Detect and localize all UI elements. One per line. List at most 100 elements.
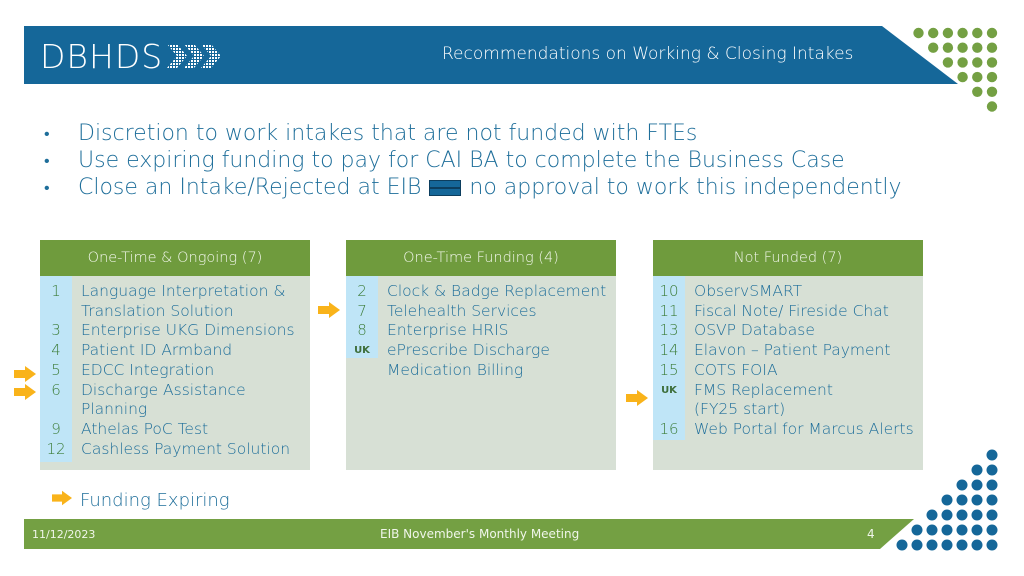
- item-number: UK: [661, 384, 677, 396]
- list-item: Planning: [40, 400, 310, 420]
- dot: [972, 57, 983, 68]
- dot: [926, 539, 938, 551]
- arrow-right-icon: [14, 366, 36, 382]
- item-number: [346, 361, 378, 381]
- dot: [986, 449, 998, 461]
- page-number: 4: [867, 527, 875, 541]
- dot: [986, 101, 998, 112]
- item-label: EDCC Integration: [81, 360, 215, 379]
- dot: [971, 524, 983, 536]
- dot: [956, 479, 968, 491]
- item-label: Enterprise UKG Dimensions: [81, 321, 295, 340]
- list-item: 6 Discharge Assistance: [40, 381, 310, 401]
- dot: [928, 42, 939, 53]
- item-label: (FY25 start): [694, 400, 786, 419]
- item-number: 1: [51, 282, 61, 300]
- dot: [972, 42, 983, 53]
- item-number: [653, 400, 685, 420]
- panel-one-time-funding: One-Time Funding (4) 2 Clock & Badge Repl…: [346, 240, 616, 470]
- bullet-item: • Close an Intake/Rejected at EIB no appro…: [44, 175, 902, 200]
- dot: [972, 27, 983, 39]
- dot: [986, 494, 998, 506]
- dot: [972, 71, 983, 83]
- legend-label: Funding Expiring: [80, 490, 230, 511]
- equals-icon: [429, 180, 462, 196]
- panel-not-funded: Not Funded (7) 10 ObservSMART 11 Fiscal Not…: [653, 240, 923, 470]
- list-item: 7 Telehealth Services: [346, 302, 616, 322]
- dot: [986, 509, 998, 521]
- item-label: OSVP Database: [694, 321, 815, 340]
- dot: [986, 57, 998, 68]
- item-number: [40, 302, 72, 322]
- list-item: 2 Clock & Badge Replacement: [346, 282, 616, 302]
- dot: [956, 509, 968, 521]
- dot: [942, 42, 954, 53]
- dot: [986, 464, 998, 476]
- arrow-right-icon: [14, 384, 36, 400]
- item-number: 10: [659, 282, 679, 300]
- dot: [911, 524, 923, 536]
- dot: [941, 524, 953, 536]
- list-item: 3 Enterprise UKG Dimensions: [40, 321, 310, 341]
- dot: [971, 494, 983, 506]
- item-label: COTS FOIA: [694, 360, 778, 379]
- dot: [971, 464, 983, 476]
- item-label: Cashless Payment Solution: [81, 439, 291, 458]
- decorative-dots-green: [913, 27, 998, 112]
- dot: [941, 494, 953, 506]
- dot: [926, 524, 938, 536]
- item-label: Web Portal for Marcus Alerts: [694, 419, 914, 438]
- dot: [986, 524, 998, 536]
- dot: [957, 42, 968, 53]
- item-number: 14: [659, 341, 679, 360]
- dot: [913, 27, 924, 39]
- dot: [986, 71, 998, 83]
- item-label: Elavon – Patient Payment: [694, 341, 891, 360]
- list-item: 10 ObservSMART: [653, 282, 923, 302]
- item-label: ePrescribe Discharge: [387, 341, 550, 360]
- list-item: (FY25 start): [653, 400, 923, 420]
- dot: [896, 539, 908, 551]
- dot: [941, 509, 953, 521]
- item-number: 8: [357, 321, 367, 340]
- item-label: Discharge Assistance: [81, 380, 246, 399]
- item-number: 7: [357, 301, 367, 320]
- item-label: Translation Solution: [81, 301, 234, 320]
- dot: [971, 539, 983, 551]
- footer-title: EIB November's Monthly Meeting: [380, 527, 580, 541]
- list-item: UK FMS Replacement: [653, 381, 923, 401]
- footer-date: 11/12/2023: [32, 528, 96, 541]
- bullet-item: • Discretion to work intakes that are not…: [44, 121, 698, 146]
- item-number: 9: [51, 419, 61, 438]
- list-item: 14 Elavon – Patient Payment: [653, 341, 923, 361]
- list-item: 8 Enterprise HRIS: [346, 321, 616, 341]
- list-item: 5 EDCC Integration: [40, 361, 310, 381]
- item-label: ObservSMART: [694, 282, 803, 300]
- dot: [941, 539, 953, 551]
- list-item: 15 COTS FOIA: [653, 361, 923, 381]
- item-label: Language Interpretation &: [81, 282, 286, 300]
- dot: [926, 509, 938, 521]
- item-label: Athelas PoC Test: [81, 419, 209, 438]
- arrow-right-icon: [626, 390, 648, 406]
- list-item: Translation Solution: [40, 302, 310, 322]
- item-label: Medication Billing: [387, 360, 524, 379]
- panel-title: One-Time & Ongoing (7): [40, 240, 310, 276]
- item-label: Planning: [81, 400, 148, 419]
- item-label: FMS Replacement: [694, 380, 833, 399]
- dot: [928, 27, 939, 39]
- dot: [986, 27, 998, 39]
- dot: [956, 494, 968, 506]
- item-number: 15: [659, 360, 679, 379]
- list-item: 9 Athelas PoC Test: [40, 420, 310, 440]
- dot: [986, 479, 998, 491]
- item-number: 13: [659, 321, 679, 340]
- dot: [986, 539, 998, 551]
- list-item: 12 Cashless Payment Solution: [40, 440, 310, 460]
- item-label: Patient ID Armband: [81, 341, 233, 360]
- list-item: Medication Billing: [346, 361, 616, 381]
- item-number: 12: [46, 439, 66, 458]
- list-item: 11 Fiscal Note/ Fireside Chat: [653, 302, 923, 322]
- dot: [972, 86, 983, 98]
- dot: [957, 57, 968, 68]
